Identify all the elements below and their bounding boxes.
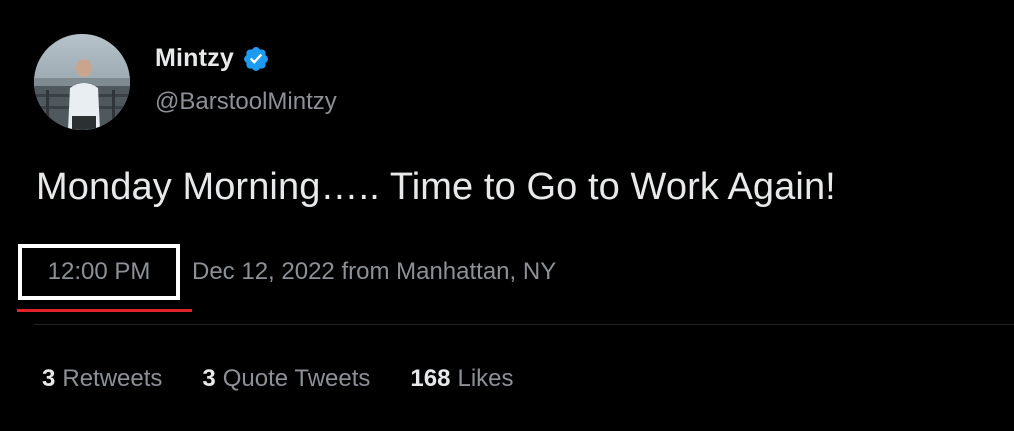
avatar-photo bbox=[34, 34, 130, 130]
likes-count: 168 bbox=[410, 365, 451, 392]
tweet-card: Mintzy @BarstoolMintzy Monday Morning…..… bbox=[0, 0, 1014, 431]
retweets-count: 3 bbox=[42, 365, 56, 392]
likes-stat[interactable]: 168 Likes bbox=[410, 365, 513, 393]
tweet-date-location[interactable]: Dec 12, 2022 from Manhattan, NY bbox=[192, 258, 556, 286]
tweet-stats-row: 3 Retweets 3 Quote Tweets 168 Likes bbox=[42, 365, 554, 393]
author-display-name[interactable]: Mintzy bbox=[155, 44, 234, 73]
divider bbox=[34, 324, 1014, 325]
quote-tweets-label: Quote Tweets bbox=[222, 365, 371, 392]
tweet-text: Monday Morning….. Time to Go to Work Aga… bbox=[36, 166, 836, 208]
tweet-meta-row: 12:00 PM Dec 12, 2022 from Manhattan, NY bbox=[18, 244, 556, 300]
tweet-time[interactable]: 12:00 PM bbox=[48, 258, 151, 286]
author-handle[interactable]: @BarstoolMintzy bbox=[155, 88, 337, 116]
verified-badge-icon bbox=[242, 45, 270, 73]
retweets-stat[interactable]: 3 Retweets bbox=[42, 365, 162, 393]
retweets-label: Retweets bbox=[62, 365, 163, 392]
likes-label: Likes bbox=[457, 365, 514, 392]
red-underline-annotation bbox=[17, 309, 192, 312]
author-name-row[interactable]: Mintzy bbox=[155, 44, 270, 73]
avatar[interactable] bbox=[34, 34, 130, 130]
quote-tweets-stat[interactable]: 3 Quote Tweets bbox=[202, 365, 370, 393]
quote-tweets-count: 3 bbox=[202, 365, 216, 392]
tweet-time-highlight-box: 12:00 PM bbox=[18, 244, 180, 300]
